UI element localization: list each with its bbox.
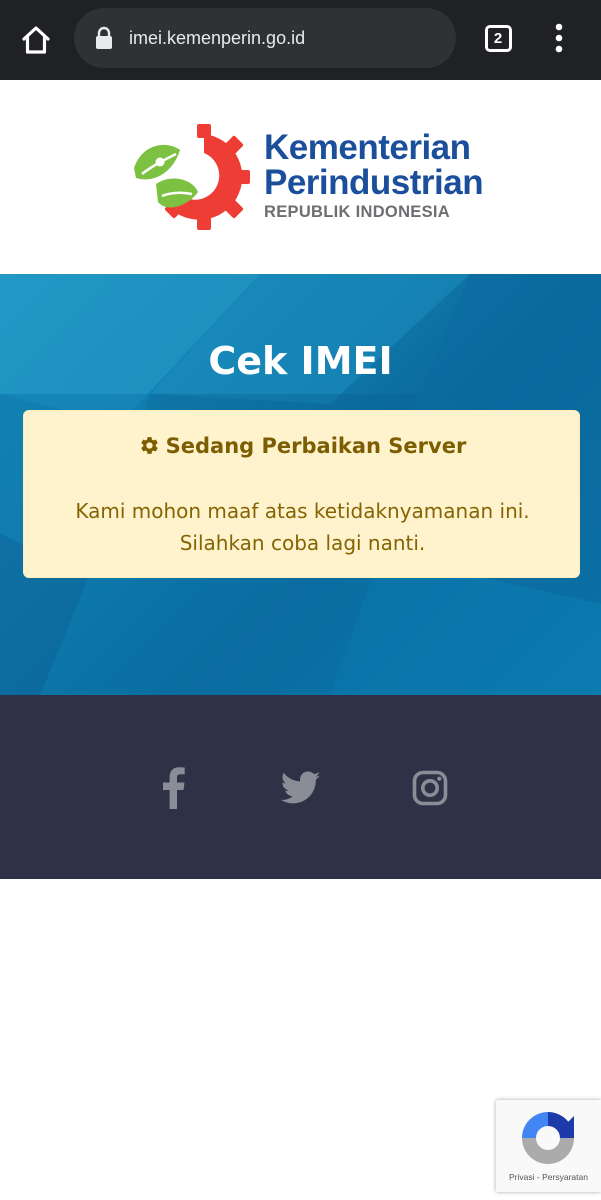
instagram-link[interactable] [407,765,453,811]
recaptcha-separator: - [536,1172,540,1182]
twitter-link[interactable] [278,765,324,811]
recaptcha-links: Privasi - Persyaratan [496,1171,601,1183]
alert-message-line-2: Silahkan coba lagi nanti. [179,531,426,555]
kemenperin-logo-icon[interactable] [130,122,254,232]
menu-button[interactable] [545,20,573,56]
lock-icon [96,26,112,49]
logo-line-kementerian: Kementerian [264,128,471,167]
gear-icon [140,437,158,454]
home-icon [22,26,50,54]
address-bar[interactable]: imei.kemenperin.go.id [74,8,456,68]
url-text: imei.kemenperin.go.id [129,28,306,48]
twitter-icon [281,771,321,804]
recaptcha-icon [522,1112,574,1164]
recaptcha-badge[interactable]: Privasi - Persyaratan [496,1100,601,1192]
logo-line-republik: REPUBLIK INDONESIA [264,203,450,221]
tab-count: 2 [493,29,503,47]
tab-switcher-icon: 2 [484,24,512,52]
page-title: Cek IMEI [208,339,393,383]
facebook-link[interactable] [150,765,196,811]
logo-line-perindustrian: Perindustrian [264,163,484,202]
alert-message: Kami mohon maaf atas ketidaknyamanan ini… [24,495,581,559]
alert-message-line-1: Kami mohon maaf atas ketidaknyamanan ini… [75,499,530,523]
logo-wordmark[interactable]: Kementerian Perindustrian REPUBLIK INDON… [264,130,484,222]
instagram-icon [412,770,448,806]
kebab-menu-icon [555,23,563,53]
tab-switcher-button[interactable]: 2 [483,23,513,53]
site-footer [0,695,601,879]
maintenance-alert: Sedang Perbaikan Server Kami mohon maaf … [23,410,580,578]
hero-section: Cek IMEI Sedang Perbaikan Server Kami mo… [0,274,601,695]
alert-heading-text: Sedang Perbaikan Server [165,434,467,458]
alert-heading: Sedang Perbaikan Server [24,431,581,461]
browser-toolbar: imei.kemenperin.go.id 2 [0,0,601,80]
site-header: Kementerian Perindustrian REPUBLIK INDON… [0,80,601,274]
recaptcha-terms-link[interactable]: Persyaratan [542,1172,588,1182]
recaptcha-privacy-link[interactable]: Privasi [509,1172,535,1182]
home-button[interactable] [14,18,58,62]
facebook-icon [163,767,185,809]
